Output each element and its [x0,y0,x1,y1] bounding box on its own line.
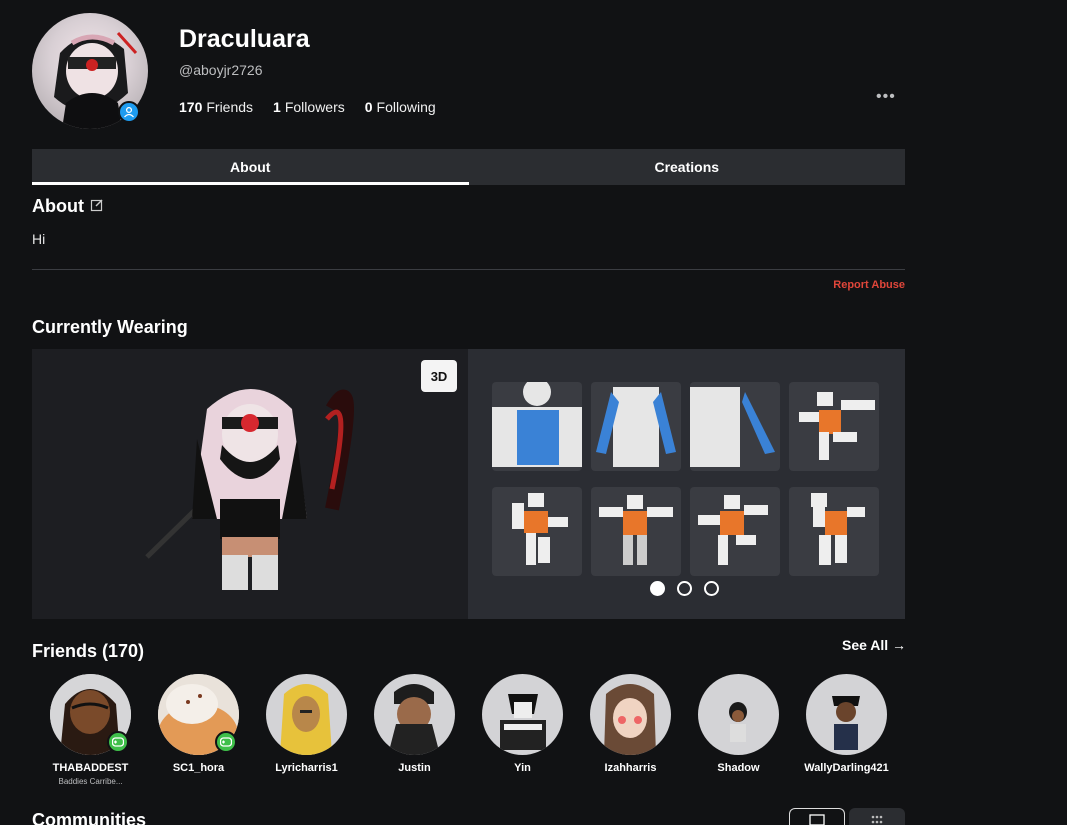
about-heading: About [32,196,84,216]
following-count: 0 [364,99,373,115]
in-game-icon [215,731,237,753]
friends-stat-link[interactable]: 170 Friends [179,99,253,115]
see-all-friends-link[interactable]: See All → [842,637,906,653]
friend-avatar [374,674,455,755]
worn-item-emote-3[interactable] [591,487,681,576]
friend-avatar [482,674,563,755]
followers-label: Followers [284,99,345,115]
tab-creations[interactable]: Creations [469,149,906,185]
friend-item[interactable]: Izahharris [590,674,671,786]
friend-name: WallyDarling421 [804,762,889,774]
communities-view-toggle [789,808,905,825]
friends-label: Friends [206,99,254,115]
list-view-button[interactable] [789,808,845,825]
friends-list: THABADDEST Baddies Carribe... SC1_hora L… [50,674,889,786]
grid-view-button[interactable] [849,808,905,825]
followers-count: 1 [273,99,281,115]
friend-avatar [266,674,347,755]
friends-section-title: Friends (170) [32,641,145,661]
worn-item-emote-2[interactable] [492,487,582,576]
friends-count: 170 [179,99,203,115]
carousel-dot-2[interactable] [677,581,692,596]
currently-wearing-title: Currently Wearing [32,317,188,337]
worn-item-shirt[interactable] [492,382,582,471]
worn-items-carousel [468,349,905,619]
edit-icon[interactable] [90,196,104,217]
friend-item[interactable]: SC1_hora [158,674,239,786]
avatar-preview: 3D [32,349,468,619]
friend-item[interactable]: Shadow [698,674,779,786]
followers-stat-link[interactable]: 1 Followers [273,99,345,115]
carousel-dot-1[interactable] [650,581,665,596]
carousel-dot-3[interactable] [704,581,719,596]
friend-item[interactable]: Yin [482,674,563,786]
profile-avatar[interactable] [32,13,148,129]
friend-name: Justin [398,762,431,774]
friend-avatar [50,674,131,755]
communities-section-title: Communities [32,810,147,825]
verified-user-icon [118,101,140,123]
friend-name: Shadow [717,762,760,774]
worn-item-emote-4[interactable] [690,487,780,576]
friend-item[interactable]: WallyDarling421 [804,674,889,786]
about-divider [32,269,905,270]
friend-item[interactable]: Lyricharris1 [266,674,347,786]
avatar-figure-illustration [145,389,354,590]
following-stat-link[interactable]: 0 Following [365,99,436,115]
profile-stats: 170 Friends 1 Followers 0 Following [179,99,436,115]
friend-name: Yin [514,762,531,774]
following-label: Following [376,99,436,115]
worn-item-emote-1[interactable] [789,382,879,471]
friend-name: THABADDEST [52,762,129,774]
friend-status: Baddies Carribe... [58,777,123,786]
worn-item-emote-5[interactable] [789,487,879,576]
profile-tabs: About Creations [32,149,905,185]
friend-avatar [806,674,887,755]
carousel-pagination [650,581,719,596]
friend-name: SC1_hora [172,762,225,774]
report-abuse-link[interactable]: Report Abuse [833,279,905,291]
friend-avatar [698,674,779,755]
currently-wearing-panel: 3D [32,349,905,619]
friend-name: Lyricharris1 [275,762,338,774]
worn-items-grid [492,382,879,576]
friend-item[interactable]: THABADDEST Baddies Carribe... [50,674,131,786]
toggle-3d-button[interactable]: 3D [421,360,457,392]
in-game-icon [107,731,129,753]
username: @aboyjr2726 [179,62,263,78]
tab-about[interactable]: About [32,149,469,185]
friend-avatar [590,674,671,755]
display-name: Draculuara [179,25,310,53]
more-options-icon[interactable]: ••• [876,88,896,106]
friend-item[interactable]: Justin [374,674,455,786]
friend-avatar [158,674,239,755]
worn-item-sleeves[interactable] [591,382,681,471]
friend-name: Izahharris [604,762,657,774]
about-text: Hi [32,231,46,247]
about-section-title: About [32,196,104,217]
worn-item-pants[interactable] [690,382,780,471]
